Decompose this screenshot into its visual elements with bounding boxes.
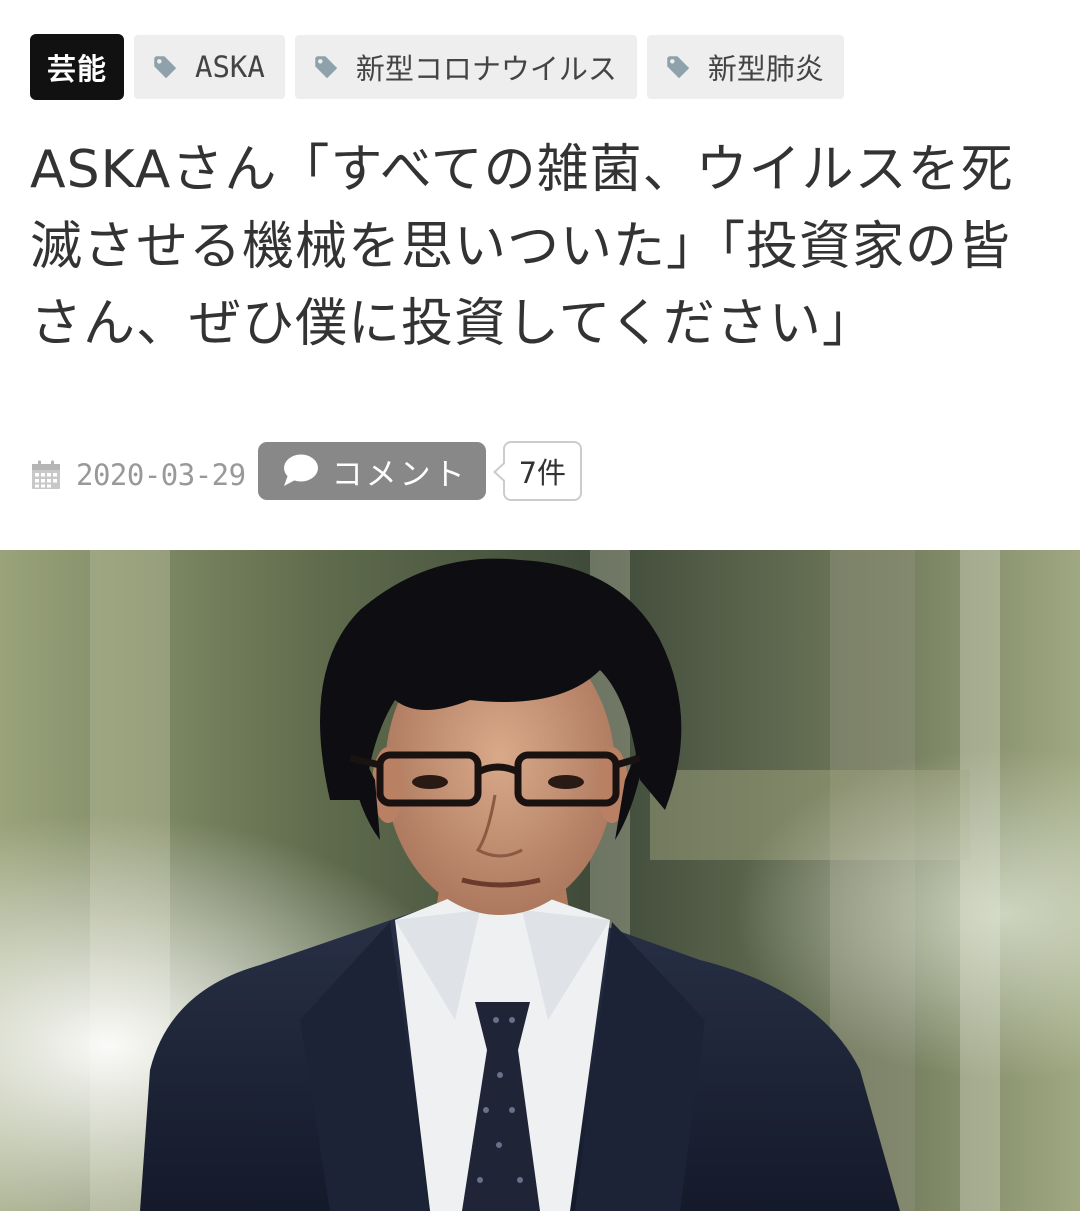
article-photo [0,550,1080,1211]
article-title: ASKAさん「すべての雑菌、ウイルスを死滅させる機械を思いついた」「投資家の皆さ… [30,140,1014,354]
tag-aska[interactable]: ASKA [134,35,285,99]
tag-label: 新型肺炎 [707,52,824,86]
tag-row: 芸能 ASKA 新型コロナウイルス 新型肺炎 [30,34,844,100]
comment-button-label: コメント [331,456,468,493]
tag-icon [667,55,690,78]
post-date: 2020-03-29 [76,458,246,492]
tag-icon [315,55,338,78]
calendar-icon [32,460,60,489]
tag-label: ASKA [195,50,265,84]
comment-count-badge[interactable]: 7件 [492,441,583,501]
tag-covid[interactable]: 新型コロナウイルス [294,35,637,99]
category-label: 芸能 [47,52,108,86]
comment-count: 7件 [518,456,567,490]
portrait-photo [0,550,1080,1211]
tag-icon [154,55,177,78]
tag-label: 新型コロナウイルス [355,52,617,86]
category-badge[interactable]: 芸能 [30,34,125,100]
article-page: 芸能 ASKA 新型コロナウイルス 新型肺炎 ASKAさん「すべての雑菌、ウイル… [0,0,1080,1211]
comment-button[interactable]: コメント [257,442,486,500]
speech-bubble-icon [283,454,318,486]
meta-row: 2020-03-29 コメント 7件 [30,441,583,501]
tag-pneumonia[interactable]: 新型肺炎 [646,35,844,99]
